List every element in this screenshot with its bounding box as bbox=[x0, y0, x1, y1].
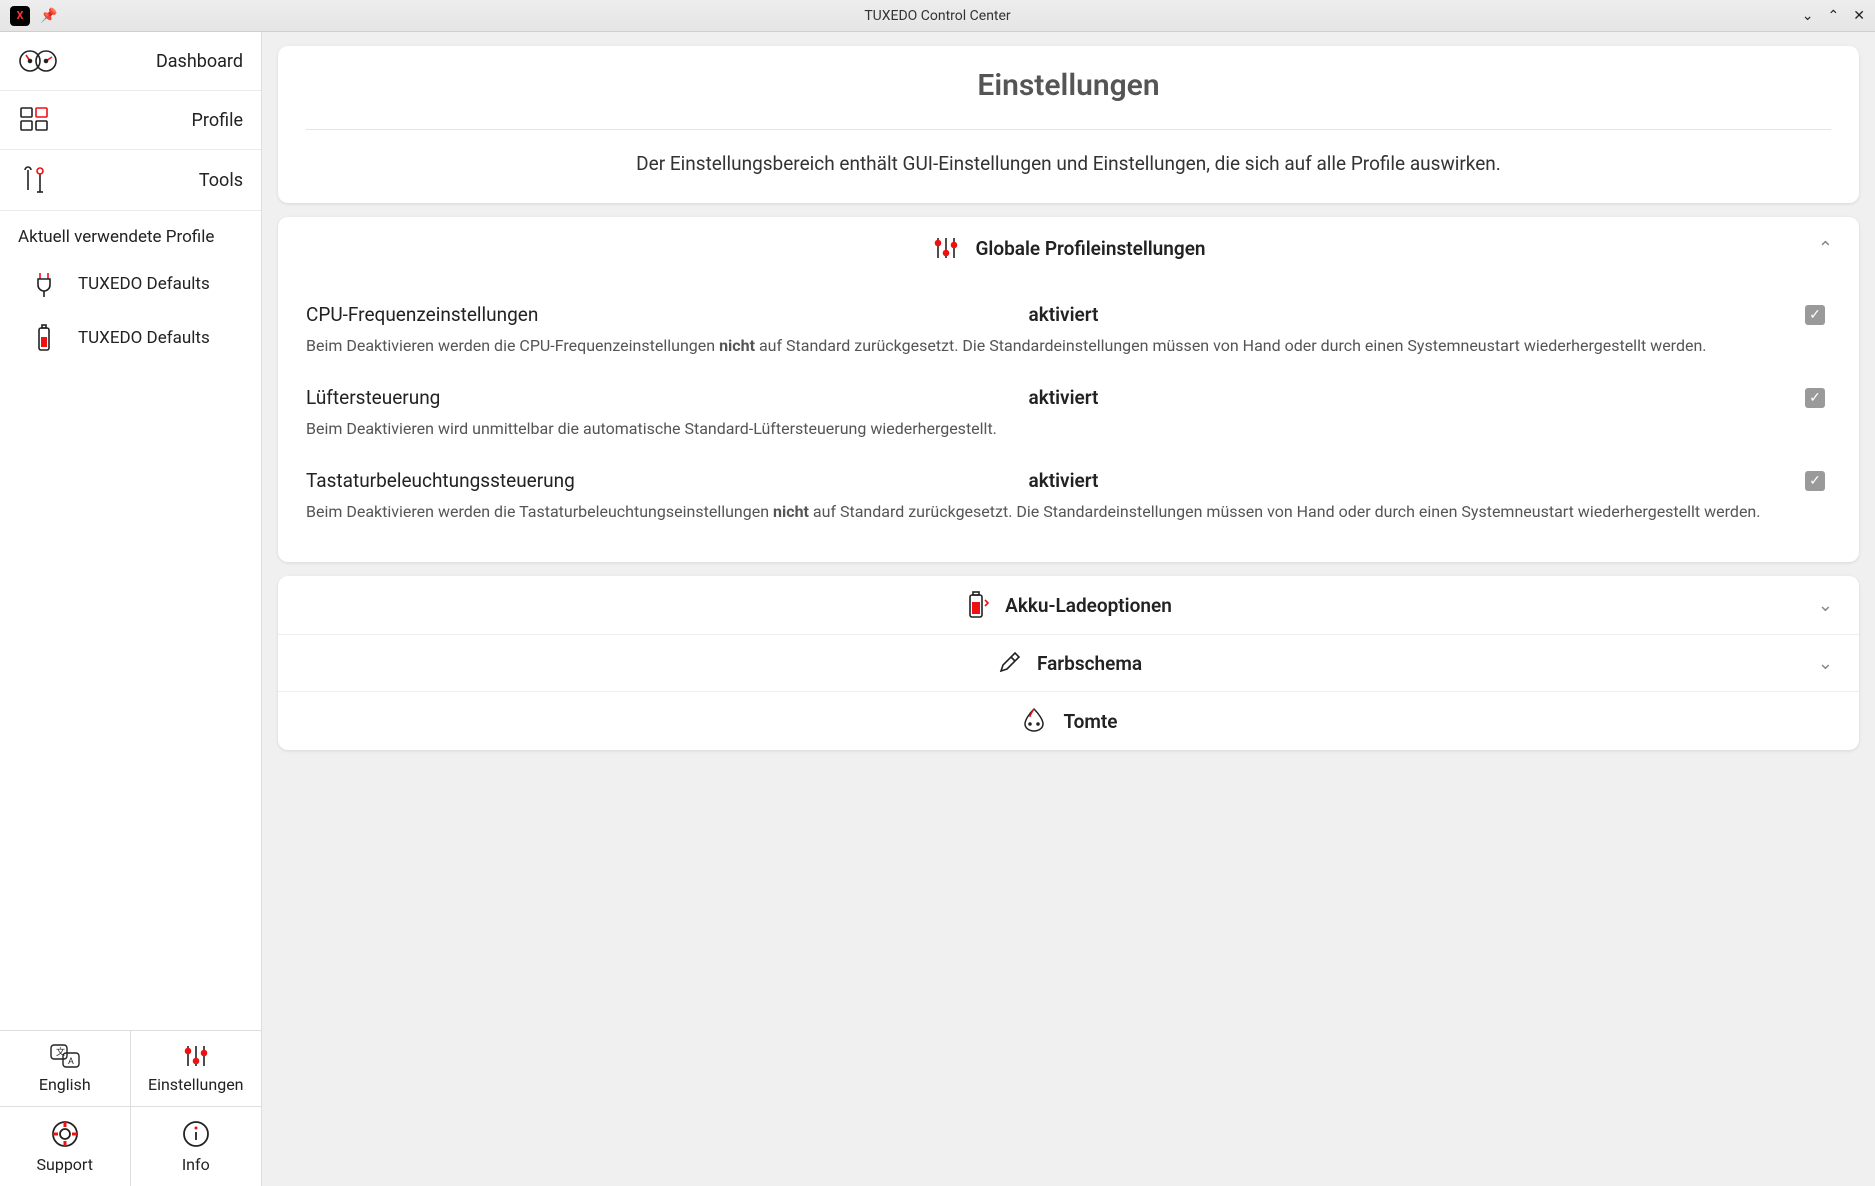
sidebar-item-label: Tools bbox=[199, 170, 243, 191]
setting-label: CPU-Frequenzeinstellungen bbox=[306, 303, 1029, 326]
sliders-icon bbox=[180, 1043, 212, 1069]
sidebar-item-profile[interactable]: Profile bbox=[0, 91, 261, 150]
battery-charge-icon bbox=[965, 590, 991, 620]
language-button[interactable]: 文A English bbox=[0, 1031, 131, 1107]
close-button[interactable]: ✕ bbox=[1853, 8, 1865, 24]
profile-item-label: TUXEDO Defaults bbox=[78, 328, 210, 348]
svg-text:A: A bbox=[68, 1057, 74, 1067]
profile-icon bbox=[18, 105, 62, 135]
info-label: Info bbox=[182, 1155, 210, 1174]
global-profile-settings-card: Globale Profileinstellungen ⌃ CPU-Freque… bbox=[278, 217, 1859, 562]
setting-label: Lüftersteuerung bbox=[306, 386, 1029, 409]
setting-description: Beim Deaktivieren werden die Tastaturbel… bbox=[306, 500, 1831, 538]
setting-keyboard-lighting: Tastaturbeleuchtungssteuerung aktiviert … bbox=[306, 455, 1831, 500]
battery-icon bbox=[30, 323, 58, 353]
language-label: English bbox=[39, 1075, 91, 1094]
pin-icon[interactable]: 📌 bbox=[40, 8, 57, 24]
window-title: TUXEDO Control Center bbox=[864, 8, 1010, 24]
app-icon: X bbox=[10, 6, 30, 26]
sidebar-item-label: Profile bbox=[192, 110, 243, 131]
section-battery-options[interactable]: Akku-Ladeoptionen ⌄ bbox=[278, 576, 1859, 634]
content-area: Einstellungen Der Einstellungsbereich en… bbox=[262, 32, 1875, 1186]
global-section-title: Globale Profileinstellungen bbox=[975, 237, 1205, 260]
setting-value: aktiviert bbox=[1029, 469, 1752, 492]
section-label: Akku-Ladeoptionen bbox=[1005, 594, 1172, 617]
svg-text:文: 文 bbox=[56, 1046, 65, 1058]
sidebar-item-tools[interactable]: Tools bbox=[0, 150, 261, 211]
plug-icon bbox=[30, 269, 58, 299]
section-label: Tomte bbox=[1063, 710, 1117, 733]
tools-icon bbox=[18, 164, 62, 196]
setting-value: aktiviert bbox=[1029, 386, 1752, 409]
setting-description: Beim Deaktivieren wird unmittelbar die a… bbox=[306, 417, 1831, 455]
settings-button[interactable]: Einstellungen bbox=[131, 1031, 262, 1107]
profile-item-battery[interactable]: TUXEDO Defaults bbox=[0, 311, 261, 365]
page-description: Der Einstellungsbereich enthält GUI-Eins… bbox=[278, 130, 1859, 203]
header-card: Einstellungen Der Einstellungsbereich en… bbox=[278, 46, 1859, 203]
info-button[interactable]: Info bbox=[131, 1107, 262, 1186]
setting-value: aktiviert bbox=[1029, 303, 1752, 326]
chevron-down-icon: ⌄ bbox=[1818, 653, 1833, 674]
sliders-icon bbox=[931, 235, 961, 261]
section-tomte[interactable]: Tomte bbox=[278, 691, 1859, 750]
setting-label: Tastaturbeleuchtungssteuerung bbox=[306, 469, 1029, 492]
sidebar-item-label: Dashboard bbox=[156, 51, 243, 72]
setting-description: Beim Deaktivieren werden die CPU-Frequen… bbox=[306, 334, 1831, 372]
support-icon bbox=[50, 1119, 80, 1149]
support-label: Support bbox=[37, 1155, 93, 1174]
paintbrush-icon bbox=[995, 649, 1023, 677]
cpu-freq-checkbox[interactable]: ✓ bbox=[1805, 305, 1825, 325]
profile-item-ac[interactable]: TUXEDO Defaults bbox=[0, 257, 261, 311]
chevron-down-icon: ⌄ bbox=[1818, 595, 1833, 616]
sidebar-bottom: 文A English Einstellungen Support bbox=[0, 1030, 261, 1186]
titlebar: X 📌 TUXEDO Control Center ⌄ ⌃ ✕ bbox=[0, 0, 1875, 32]
dashboard-icon bbox=[18, 46, 62, 76]
setting-cpu-freq: CPU-Frequenzeinstellungen aktiviert ✓ bbox=[306, 289, 1831, 334]
settings-label: Einstellungen bbox=[148, 1075, 244, 1094]
profile-item-label: TUXEDO Defaults bbox=[78, 274, 210, 294]
global-section-header[interactable]: Globale Profileinstellungen ⌃ bbox=[278, 217, 1859, 279]
setting-fan-control: Lüftersteuerung aktiviert ✓ bbox=[306, 372, 1831, 417]
page-title: Einstellungen bbox=[306, 68, 1831, 103]
section-label: Farbschema bbox=[1037, 652, 1142, 675]
support-button[interactable]: Support bbox=[0, 1107, 131, 1186]
keyboard-lighting-checkbox[interactable]: ✓ bbox=[1805, 471, 1825, 491]
info-icon bbox=[181, 1119, 211, 1149]
chevron-up-icon: ⌃ bbox=[1818, 238, 1833, 259]
maximize-button[interactable]: ⌃ bbox=[1828, 8, 1840, 24]
language-icon: 文A bbox=[49, 1043, 81, 1069]
sidebar-section-label: Aktuell verwendete Profile bbox=[0, 211, 261, 257]
section-color-scheme[interactable]: Farbschema ⌄ bbox=[278, 634, 1859, 691]
sidebar-item-dashboard[interactable]: Dashboard bbox=[0, 32, 261, 91]
sidebar: Dashboard Profile Tools Aktuell verwende… bbox=[0, 32, 262, 1186]
tomte-icon bbox=[1019, 706, 1049, 736]
minimize-button[interactable]: ⌄ bbox=[1802, 8, 1814, 24]
fan-control-checkbox[interactable]: ✓ bbox=[1805, 388, 1825, 408]
more-sections-card: Akku-Ladeoptionen ⌄ Farbschema ⌄ Tomte bbox=[278, 576, 1859, 750]
